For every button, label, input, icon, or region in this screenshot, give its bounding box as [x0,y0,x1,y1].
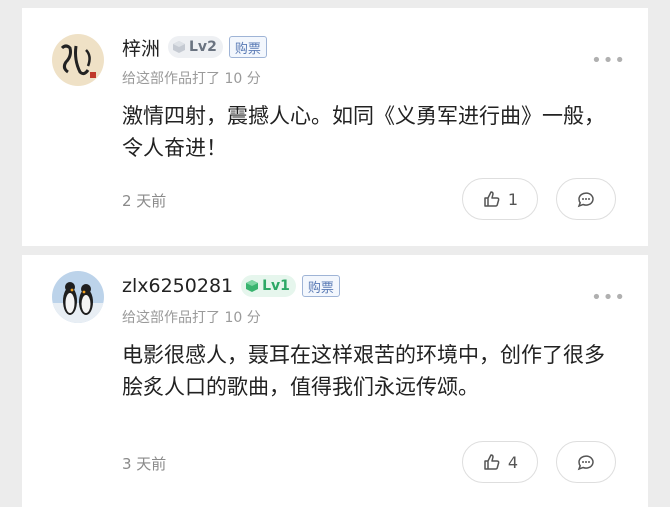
comment-time: 3 天前 [122,455,167,473]
username[interactable]: zlx6250281 [122,275,233,297]
user-info: 梓洲 Lv2 购票 [122,34,267,60]
like-count: 4 [507,452,519,472]
rating-text: 给这部作品打了 10 分 [122,71,261,87]
penguin-avatar-icon [52,271,104,323]
avatar[interactable] [52,34,104,86]
more-dots-icon[interactable]: ••• [591,287,626,308]
level-badge: Lv2 [168,36,223,58]
chat-bubble-icon [577,192,594,208]
username[interactable]: 梓洲 [122,34,160,61]
level-label: Lv2 [189,39,217,55]
comment-time: 2 天前 [122,192,167,210]
like-count: 1 [507,189,519,209]
comment-text: 电影很感人，聂耳在这样艰苦的环境中，创作了很多脍炙人口的歌曲，值得我们永远传颂。 [122,343,605,399]
cube-icon [246,280,259,292]
thumbs-up-icon [484,454,500,470]
reply-button[interactable] [556,441,616,483]
thumbs-up-icon [484,191,500,207]
ticket-badge: 购票 [228,36,267,58]
user-info: zlx6250281 Lv1 购票 [122,273,340,299]
level-badge: Lv1 [241,275,296,297]
chat-bubble-icon [577,455,594,471]
rating-text: 给这部作品打了 10 分 [122,310,261,326]
more-dots-icon[interactable]: ••• [591,50,626,71]
like-button[interactable]: 4 [462,441,538,483]
level-label: Lv1 [262,278,290,294]
avatar[interactable] [52,271,104,323]
reply-button[interactable] [556,178,616,220]
comment-card: 梓洲 Lv2 购票 ••• 给这部作品打了 10 分 激情四射，震撼人心。如同《… [22,8,648,246]
like-button[interactable]: 1 [462,178,538,220]
comment-card: zlx6250281 Lv1 购票 ••• 给这部作品打了 10 分 电影很感人… [22,255,648,507]
calligraphy-avatar-icon [52,34,104,86]
comment-text: 激情四射，震撼人心。如同《义勇军进行曲》一般，令人奋进！ [122,104,605,160]
cube-icon [173,41,186,53]
comments-page: 梓洲 Lv2 购票 ••• 给这部作品打了 10 分 激情四射，震撼人心。如同《… [0,0,670,507]
ticket-badge: 购票 [301,275,340,297]
